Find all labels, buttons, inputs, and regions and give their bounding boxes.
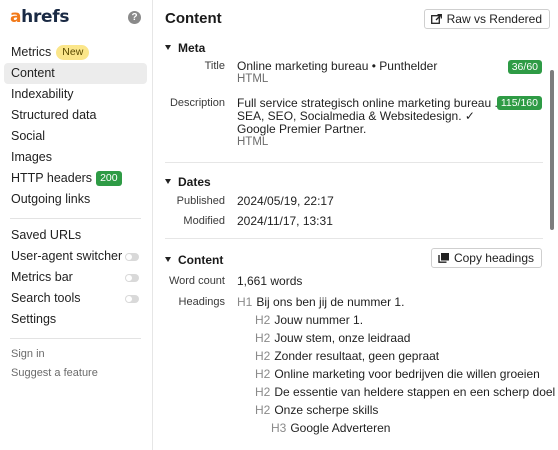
modified-value: 2024/11/17, 13:31 — [237, 214, 333, 228]
scrollbar[interactable] — [550, 70, 554, 230]
main-panel: Content Raw vs Rendered Meta Title Onlin… — [153, 0, 558, 450]
suggest-feature-link[interactable]: Suggest a feature — [4, 364, 147, 383]
sidebar-item-user-agent-switcher[interactable]: User-agent switcher — [4, 246, 147, 267]
sidebar-item-metrics[interactable]: Metrics New — [4, 42, 147, 63]
external-link-icon — [430, 14, 442, 24]
heading-item: H2 Jouw nummer 1. — [255, 313, 364, 327]
sidebar-item-outgoing-links[interactable]: Outgoing links — [4, 189, 147, 210]
user-agent-switcher-toggle[interactable] — [125, 253, 139, 261]
section-divider — [165, 238, 543, 239]
heading-item: H2 De essentie van heldere stappen en een… — [255, 385, 556, 399]
heading-item: H2 Zonder resultaat, geen gepraat — [255, 349, 440, 363]
caret-down-icon — [165, 257, 171, 262]
dates-section-heading[interactable]: Dates — [165, 175, 211, 189]
heading-item: H1 Bij ons ben jij de nummer 1. — [237, 295, 405, 309]
sidebar-item-search-tools[interactable]: Search tools — [4, 288, 147, 309]
new-badge: New — [56, 45, 90, 60]
description-value: Full service strategisch online marketin… — [237, 96, 498, 149]
heading-item: H3 Google Adverteren — [271, 421, 391, 435]
title-length-badge: 36/60 — [507, 60, 542, 74]
sidebar-item-social[interactable]: Social — [4, 126, 147, 147]
content-section-heading[interactable]: Content — [165, 253, 223, 267]
title-source: HTML — [237, 73, 269, 85]
published-label: Published — [176, 195, 225, 207]
headings-label: Headings — [178, 296, 225, 308]
title-value: Online marketing bureau • Punthelder HTM… — [237, 59, 438, 86]
caret-down-icon — [165, 179, 171, 184]
description-length-badge: 115/160 — [496, 96, 542, 110]
sidebar-item-structured-data[interactable]: Structured data — [4, 105, 147, 126]
sidebar-nav: Metrics New Content Indexability Structur… — [4, 42, 147, 383]
copy-headings-button[interactable]: Copy headings — [430, 248, 542, 268]
sidebar-item-http-headers[interactable]: HTTP headers 200 — [4, 168, 147, 189]
caret-down-icon — [165, 45, 171, 50]
meta-section-heading[interactable]: Meta — [165, 41, 205, 55]
sign-in-link[interactable]: Sign in — [4, 345, 147, 364]
sidebar-item-metrics-bar[interactable]: Metrics bar — [4, 267, 147, 288]
sidebar-item-indexability[interactable]: Indexability — [4, 84, 147, 105]
raw-vs-rendered-button[interactable]: Raw vs Rendered — [423, 9, 550, 29]
sidebar-item-saved-urls[interactable]: Saved URLs — [4, 225, 147, 246]
copy-icon — [438, 253, 449, 263]
sidebar-divider — [10, 338, 141, 339]
word-count-value: 1,661 words — [237, 274, 303, 288]
modified-label: Modified — [183, 215, 225, 227]
title-label: Title — [204, 60, 225, 72]
heading-item: H2 Online marketing voor bedrijven die wi… — [255, 367, 540, 381]
sidebar-item-content[interactable]: Content — [4, 63, 147, 84]
sidebar-item-images[interactable]: Images — [4, 147, 147, 168]
search-tools-toggle[interactable] — [125, 295, 139, 303]
section-divider — [165, 162, 543, 163]
heading-item: H2 Jouw stem, onze leidraad — [255, 331, 411, 345]
sidebar-item-settings[interactable]: Settings — [4, 309, 147, 330]
sidebar-divider — [10, 218, 141, 219]
ahrefs-logo: ahrefs — [10, 7, 70, 27]
published-value: 2024/05/19, 22:17 — [237, 194, 334, 208]
sidebar: ahrefs ? Metrics New Content Indexability… — [0, 0, 153, 450]
metrics-bar-toggle[interactable] — [125, 274, 139, 282]
content-header: Content Raw vs Rendered — [165, 9, 550, 31]
description-source: HTML — [237, 136, 269, 148]
word-count-label: Word count — [168, 275, 225, 287]
description-label: Description — [169, 97, 225, 109]
help-icon[interactable]: ? — [128, 11, 141, 24]
status-badge: 200 — [96, 171, 122, 186]
heading-item: H2 Onze scherpe skills — [255, 403, 379, 417]
logo-row: ahrefs ? — [10, 7, 145, 29]
